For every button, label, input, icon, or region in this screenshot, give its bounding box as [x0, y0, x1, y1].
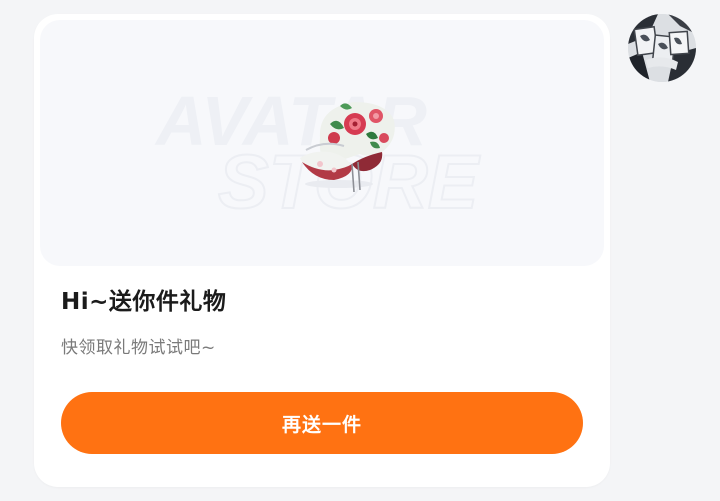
send-another-button[interactable]: 再送一件	[61, 392, 583, 454]
user-avatar-photo-icon	[628, 14, 696, 82]
user-avatar[interactable]	[628, 14, 696, 82]
floral-beanie-hat-icon	[300, 102, 395, 193]
gift-subtitle: 快领取礼物试试吧~	[61, 338, 216, 358]
gift-card: AVATAR STORE Hi~送你件礼物 快	[34, 14, 610, 487]
gift-preview: AVATAR STORE	[40, 20, 604, 266]
gift-title: Hi~送你件礼物	[61, 289, 227, 315]
